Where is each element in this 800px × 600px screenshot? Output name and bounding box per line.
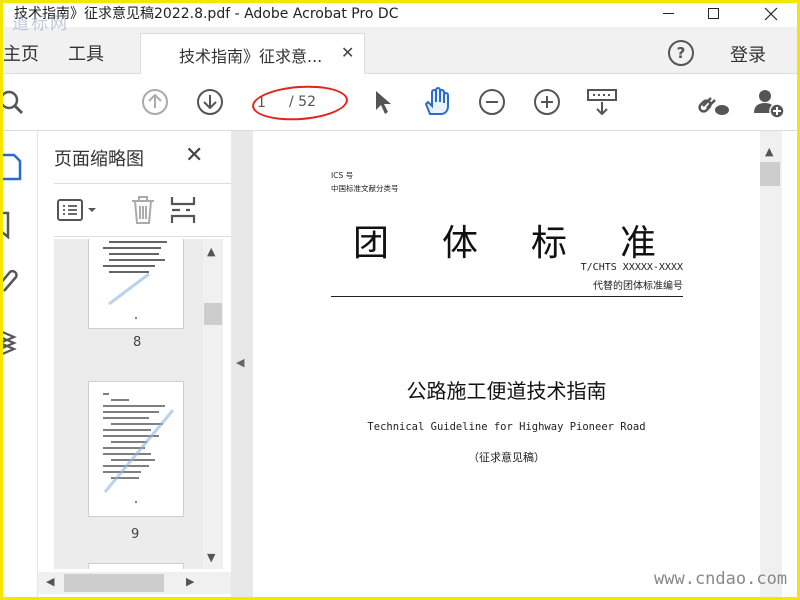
layers-icon[interactable]: [0, 325, 22, 361]
share-link-icon[interactable]: [697, 88, 731, 118]
add-user-icon[interactable]: [752, 87, 786, 119]
help-icon[interactable]: ?: [668, 40, 694, 66]
thumbnail-label-8: 8: [133, 335, 142, 350]
toolbar: / 52: [0, 74, 800, 131]
watermark-top: 道标网: [12, 14, 69, 34]
hand-tool-icon[interactable]: [422, 86, 452, 118]
ccs-label: 中国标准文献分类号: [331, 184, 399, 193]
close-window-button[interactable]: [748, 0, 794, 27]
draft-label: （征求意见稿）: [468, 451, 545, 464]
scroll-right-icon[interactable]: ▶: [186, 575, 194, 588]
heading-char: 团: [353, 223, 390, 264]
document-tab[interactable]: 技术指南》征求意... ✕: [140, 33, 365, 74]
header-rule: [331, 296, 683, 297]
document-page: ICS 号 中国标准文献分类号 团 体 标 准 T/CHTS XXXXX-XXXX 代…: [253, 131, 760, 597]
thumbnail-panel: 页面缩略图 ✕ 8 9 ▲ ▼ ◀ ▶: [38, 131, 231, 597]
tab-bar: 主页 工具 技术指南》征求意... ✕ ? 登录: [0, 27, 800, 74]
close-icon: [764, 7, 778, 20]
doc-scroll-up-icon[interactable]: ▲: [765, 145, 773, 158]
read-mode-icon[interactable]: [586, 88, 618, 118]
document-tab-label: 技术指南》征求意...: [179, 47, 323, 66]
zoom-in-icon[interactable]: [533, 88, 561, 116]
scroll-down-icon[interactable]: ▼: [207, 551, 215, 564]
bookmarks-icon[interactable]: [0, 211, 20, 243]
thumbnail-scroll-thumb[interactable]: [204, 303, 222, 325]
tools-tab[interactable]: 工具: [68, 40, 104, 66]
heading-char: 准: [620, 223, 657, 264]
page-down-icon[interactable]: [196, 88, 224, 116]
search-icon[interactable]: [0, 87, 28, 117]
thumbnail-toolbar: [54, 183, 231, 237]
minimize-icon: [662, 13, 674, 14]
thumbnail-options-icon[interactable]: [56, 197, 102, 227]
minimize-button[interactable]: [645, 0, 691, 27]
panel-splitter[interactable]: ◀: [231, 131, 253, 597]
left-navigation-strip: [0, 131, 38, 597]
thumbnail-list: 8 9: [54, 239, 203, 569]
select-cursor-icon[interactable]: [372, 88, 394, 116]
scroll-up-icon[interactable]: ▲: [207, 245, 215, 258]
home-tab[interactable]: 主页: [3, 40, 39, 66]
heading-char: 体: [442, 223, 479, 264]
ics-label: ICS 号: [331, 171, 354, 180]
heading-char: 标: [531, 223, 568, 264]
zoom-out-icon[interactable]: [478, 88, 506, 116]
document-title-en: Technical Guideline for Highway Pioneer …: [367, 421, 646, 433]
document-title-cn: 公路施工便道技术指南: [406, 379, 607, 403]
scroll-left-icon[interactable]: ◀: [46, 575, 54, 588]
maximize-button[interactable]: [690, 0, 736, 27]
login-button[interactable]: 登录: [730, 41, 766, 67]
horizontal-scroll-thumb[interactable]: [64, 574, 164, 592]
page-thumbnails-icon[interactable]: [0, 153, 24, 185]
standard-code: T/CHTS XXXXX-XXXX: [580, 262, 683, 273]
watermark-bottom: www.cndao.com: [654, 569, 788, 589]
close-panel-icon[interactable]: ✕: [185, 143, 203, 168]
maximize-icon: [707, 8, 719, 19]
thumbnail-vertical-scrollbar[interactable]: ▲ ▼: [203, 239, 223, 569]
thumbnail-panel-title: 页面缩略图: [54, 149, 144, 170]
thumbnail-page-8[interactable]: [88, 239, 184, 329]
close-tab-icon[interactable]: ✕: [341, 43, 354, 62]
document-scroll-thumb[interactable]: [760, 162, 780, 186]
page-up-icon[interactable]: [141, 88, 169, 116]
thumbnail-page-9[interactable]: [88, 381, 184, 517]
document-vertical-scrollbar[interactable]: ▲: [760, 131, 782, 597]
collapse-panel-icon[interactable]: ◀: [236, 356, 244, 369]
attachments-icon[interactable]: [0, 267, 22, 301]
delete-page-icon[interactable]: [128, 194, 158, 230]
standard-heading: 团体标准: [353, 214, 709, 266]
thumbnail-page-10[interactable]: [88, 563, 184, 569]
title-bar: 技术指南》征求意见稿2022.8.pdf - Adobe Acrobat Pro…: [0, 0, 800, 27]
window-title: 技术指南》征求意见稿2022.8.pdf - Adobe Acrobat Pro…: [14, 6, 399, 22]
insert-page-icon[interactable]: [170, 194, 200, 230]
thumbnail-label-9: 9: [131, 527, 140, 542]
thumbnail-horizontal-scrollbar[interactable]: ◀ ▶: [38, 572, 231, 594]
replaces-label: 代替的团体标准编号: [593, 281, 683, 292]
